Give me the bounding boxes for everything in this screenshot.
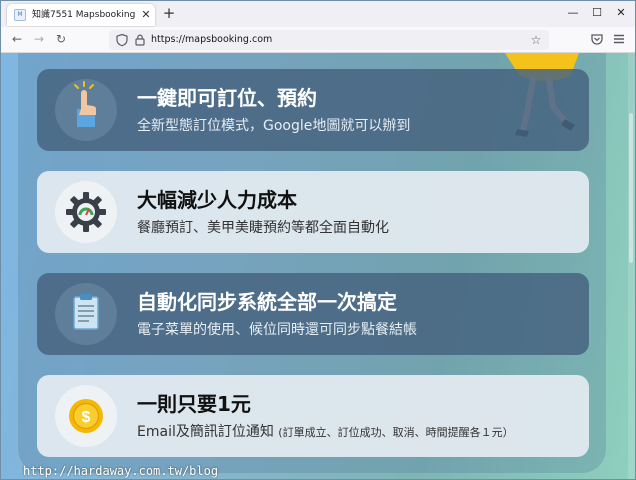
feature-subtitle-wrapper: Email及簡訊訂位通知 (訂單成立、訂位成功、取消、時間提醒各１元） <box>137 421 577 443</box>
star-icon[interactable]: ☆ <box>529 33 543 47</box>
finger-tap-icon <box>55 79 117 141</box>
dollar-coin-icon: $ <box>55 385 117 447</box>
forward-button[interactable]: → <box>31 31 47 47</box>
feature-card-one-click: 一鍵即可訂位、預約 全新型態訂位模式，Google地圖就可以辦到 <box>37 69 589 151</box>
feature-card-one-dollar: $ 一則只要1元 Email及簡訊訂位通知 (訂單成立、訂位成功、取消、時間提醒… <box>37 375 589 457</box>
feature-subtitle: 全新型態訂位模式，Google地圖就可以辦到 <box>137 118 411 134</box>
tab-close-icon[interactable]: ✕ <box>140 8 152 22</box>
new-tab-button[interactable]: + <box>161 5 177 21</box>
navigation-toolbar: ← → ↻ https://mapsbooking.com ☆ <box>1 27 635 53</box>
scrollbar-thumb[interactable] <box>629 113 633 263</box>
page-scrollbar[interactable] <box>628 53 635 479</box>
svg-text:$: $ <box>82 409 91 426</box>
shield-icon[interactable] <box>115 33 129 47</box>
browser-window: M 知識7551 Mapsbooking 傳地圖 ✕ + — ☐ ✕ ← → ↻… <box>0 0 636 480</box>
watermark-text: http://hardaway.com.tw/blog <box>23 464 219 478</box>
hamburger-menu-icon[interactable] <box>611 31 627 47</box>
clipboard-icon <box>55 283 117 345</box>
feature-title: 大幅減少人力成本 <box>137 188 297 212</box>
feature-card-reduce-cost: 大幅減少人力成本 餐廳預訂、美甲美睫預約等都全面自動化 <box>37 171 589 253</box>
gear-icon <box>55 181 117 243</box>
feature-title: 一則只要1元 <box>137 392 251 416</box>
url-bar[interactable]: https://mapsbooking.com ☆ <box>109 30 549 50</box>
close-window-button[interactable]: ✕ <box>607 3 635 23</box>
lock-icon[interactable] <box>133 33 147 47</box>
feature-subtitle: 餐廳預訂、美甲美睫預約等都全面自動化 <box>137 220 389 236</box>
feature-card-auto-sync: 自動化同步系統全部一次搞定 電子菜單的使用、候位同時還可同步點餐結帳 <box>37 273 589 355</box>
pocket-icon[interactable] <box>589 31 605 47</box>
feature-title: 自動化同步系統全部一次搞定 <box>137 290 397 314</box>
feature-title: 一鍵即可訂位、預約 <box>137 86 317 110</box>
back-button[interactable]: ← <box>9 31 25 47</box>
site-favicon-icon: M <box>14 9 26 21</box>
feature-subtitle: 電子菜單的使用、候位同時還可同步點餐結帳 <box>137 322 417 338</box>
url-text[interactable]: https://mapsbooking.com <box>151 33 471 47</box>
page-content: 一鍵即可訂位、預約 全新型態訂位模式，Google地圖就可以辦到 大幅減少人力成… <box>1 53 635 479</box>
reload-button[interactable]: ↻ <box>53 31 69 47</box>
browser-tab[interactable]: M 知識7551 Mapsbooking 傳地圖 ✕ <box>7 4 155 26</box>
tab-title: 知識7551 Mapsbooking 傳地圖 <box>32 10 137 20</box>
feature-subtitle: Email及簡訊訂位通知 <box>137 424 274 440</box>
feature-subtitle-note: (訂單成立、訂位成功、取消、時間提醒各１元） <box>278 426 514 439</box>
tab-bar: M 知識7551 Mapsbooking 傳地圖 ✕ + — ☐ ✕ <box>1 1 635 27</box>
